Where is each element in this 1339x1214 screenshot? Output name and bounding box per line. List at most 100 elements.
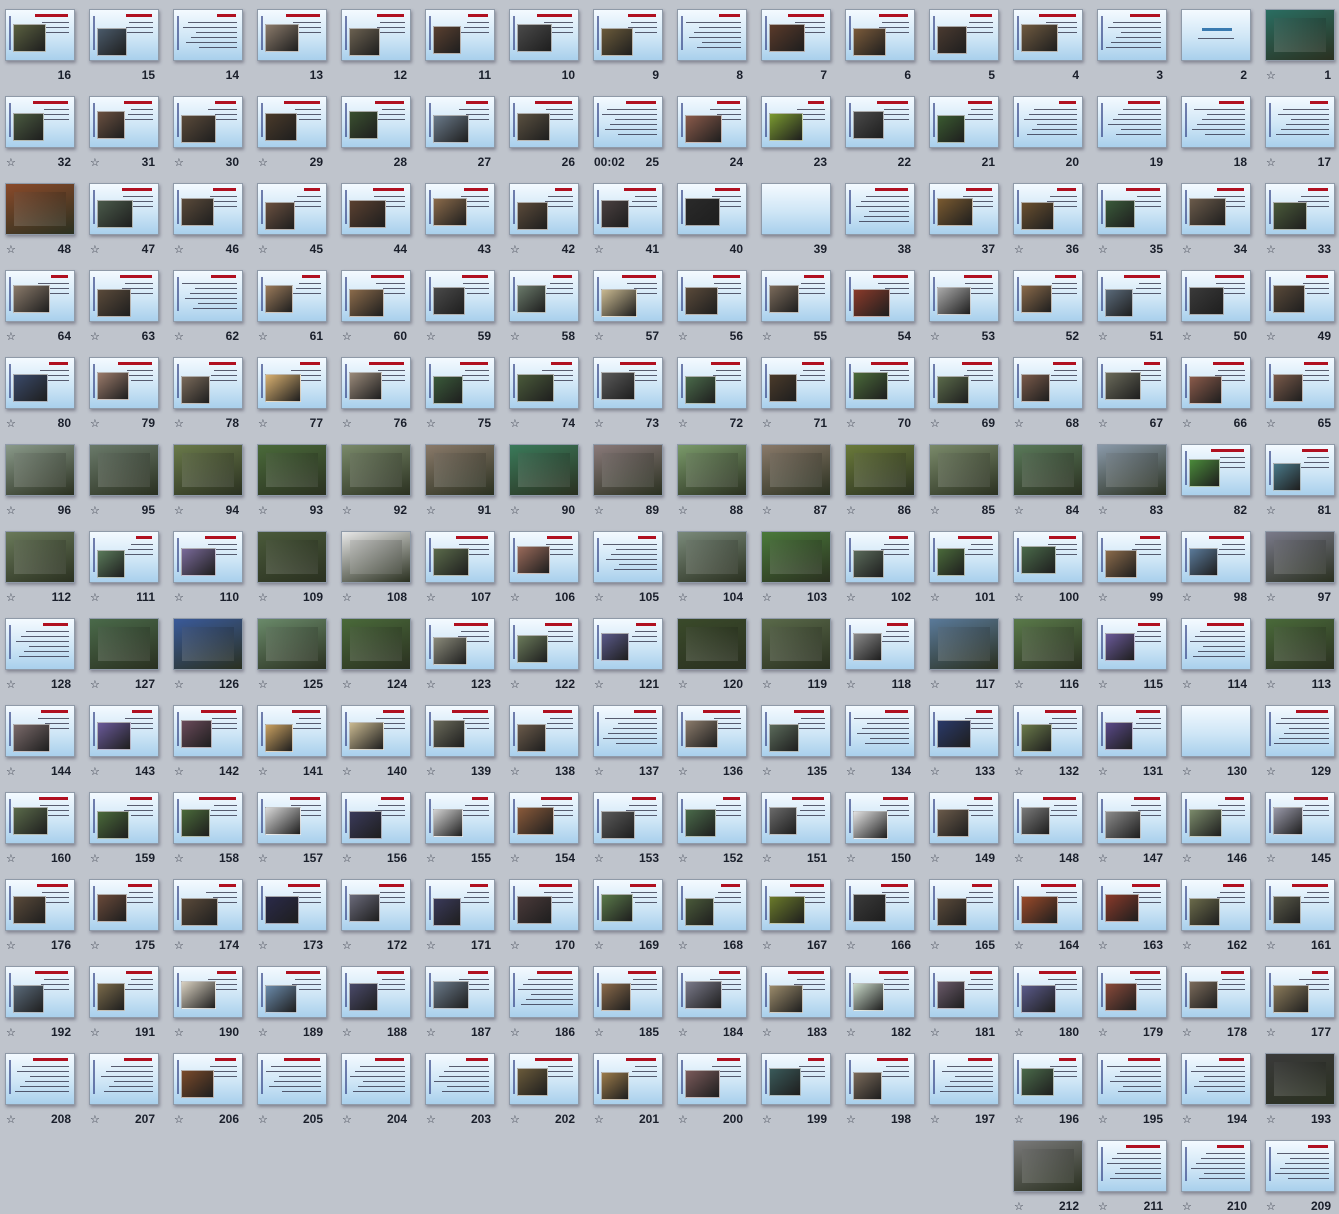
slide-thumbnail[interactable]: [1181, 1053, 1251, 1105]
transition-star-icon[interactable]: ☆: [846, 765, 856, 779]
slide-thumbnail[interactable]: [1013, 705, 1083, 757]
transition-star-icon[interactable]: ☆: [342, 417, 352, 431]
slide-thumbnail[interactable]: [5, 444, 75, 496]
slide-thumbnail[interactable]: [593, 531, 663, 583]
transition-star-icon[interactable]: ☆: [1014, 504, 1024, 518]
slide-thumbnail[interactable]: [1013, 879, 1083, 931]
transition-star-icon[interactable]: ☆: [258, 330, 268, 344]
transition-star-icon[interactable]: ☆: [426, 504, 436, 518]
slide-thumbnail[interactable]: [1265, 357, 1335, 409]
transition-star-icon[interactable]: ☆: [174, 417, 184, 431]
slide-thumbnail[interactable]: [677, 966, 747, 1018]
transition-star-icon[interactable]: ☆: [1182, 1026, 1192, 1040]
transition-star-icon[interactable]: ☆: [258, 939, 268, 953]
slide-thumbnail[interactable]: [173, 879, 243, 931]
transition-star-icon[interactable]: ☆: [678, 1113, 688, 1127]
slide-thumbnail[interactable]: [5, 96, 75, 148]
slide-thumbnail[interactable]: [845, 357, 915, 409]
slide-thumbnail[interactable]: [173, 357, 243, 409]
slide-thumbnail[interactable]: [593, 879, 663, 931]
transition-star-icon[interactable]: ☆: [678, 417, 688, 431]
slide-thumbnail[interactable]: [1097, 9, 1167, 61]
slide-thumbnail[interactable]: [341, 531, 411, 583]
transition-star-icon[interactable]: ☆: [1266, 1026, 1276, 1040]
slide-thumbnail[interactable]: [89, 9, 159, 61]
transition-star-icon[interactable]: ☆: [174, 243, 184, 257]
slide-thumbnail[interactable]: [89, 879, 159, 931]
slide-thumbnail[interactable]: [1181, 270, 1251, 322]
transition-star-icon[interactable]: ☆: [510, 939, 520, 953]
transition-star-icon[interactable]: ☆: [930, 1026, 940, 1040]
slide-thumbnail[interactable]: [89, 183, 159, 235]
transition-star-icon[interactable]: ☆: [510, 852, 520, 866]
transition-star-icon[interactable]: ☆: [6, 1026, 16, 1040]
transition-star-icon[interactable]: ☆: [762, 1113, 772, 1127]
slide-thumbnail[interactable]: [761, 966, 831, 1018]
slide-thumbnail[interactable]: [173, 792, 243, 844]
transition-star-icon[interactable]: ☆: [426, 591, 436, 605]
transition-star-icon[interactable]: ☆: [174, 939, 184, 953]
transition-star-icon[interactable]: ☆: [1098, 591, 1108, 605]
slide-thumbnail[interactable]: [761, 9, 831, 61]
transition-star-icon[interactable]: ☆: [426, 765, 436, 779]
transition-star-icon[interactable]: ☆: [426, 852, 436, 866]
slide-thumbnail[interactable]: [341, 879, 411, 931]
transition-star-icon[interactable]: ☆: [1182, 852, 1192, 866]
slide-thumbnail[interactable]: [89, 531, 159, 583]
transition-star-icon[interactable]: ☆: [930, 504, 940, 518]
slide-thumbnail[interactable]: [761, 705, 831, 757]
slide-thumbnail[interactable]: [1181, 183, 1251, 235]
transition-star-icon[interactable]: ☆: [90, 765, 100, 779]
transition-star-icon[interactable]: ☆: [258, 417, 268, 431]
slide-thumbnail[interactable]: [929, 792, 999, 844]
transition-star-icon[interactable]: ☆: [846, 678, 856, 692]
slide-thumbnail[interactable]: [929, 357, 999, 409]
slide-thumbnail[interactable]: [1265, 705, 1335, 757]
slide-thumbnail[interactable]: [1097, 357, 1167, 409]
transition-star-icon[interactable]: ☆: [342, 1026, 352, 1040]
slide-thumbnail[interactable]: [341, 1053, 411, 1105]
slide-thumbnail[interactable]: [89, 1053, 159, 1105]
slide-thumbnail[interactable]: [1013, 9, 1083, 61]
transition-star-icon[interactable]: ☆: [930, 939, 940, 953]
transition-star-icon[interactable]: ☆: [1014, 765, 1024, 779]
slide-thumbnail[interactable]: [5, 1053, 75, 1105]
slide-thumbnail[interactable]: [1013, 531, 1083, 583]
slide-thumbnail[interactable]: [845, 270, 915, 322]
slide-thumbnail[interactable]: [257, 1053, 327, 1105]
slide-thumbnail[interactable]: [257, 357, 327, 409]
slide-thumbnail[interactable]: [761, 792, 831, 844]
slide-thumbnail[interactable]: [845, 879, 915, 931]
transition-star-icon[interactable]: ☆: [1182, 591, 1192, 605]
slide-thumbnail[interactable]: [341, 357, 411, 409]
transition-star-icon[interactable]: ☆: [6, 852, 16, 866]
slide-thumbnail[interactable]: [593, 270, 663, 322]
slide-thumbnail[interactable]: [593, 1053, 663, 1105]
slide-thumbnail[interactable]: [845, 9, 915, 61]
slide-thumbnail[interactable]: [929, 966, 999, 1018]
slide-thumbnail[interactable]: [257, 531, 327, 583]
slide-thumbnail[interactable]: [425, 270, 495, 322]
slide-thumbnail[interactable]: [341, 183, 411, 235]
transition-star-icon[interactable]: ☆: [6, 765, 16, 779]
transition-star-icon[interactable]: ☆: [846, 852, 856, 866]
transition-star-icon[interactable]: ☆: [846, 504, 856, 518]
transition-star-icon[interactable]: ☆: [174, 1026, 184, 1040]
slide-thumbnail[interactable]: [341, 792, 411, 844]
slide-thumbnail[interactable]: [425, 966, 495, 1018]
slide-thumbnail[interactable]: [1013, 270, 1083, 322]
slide-thumbnail[interactable]: [425, 792, 495, 844]
slide-thumbnail[interactable]: [425, 531, 495, 583]
transition-star-icon[interactable]: ☆: [1014, 678, 1024, 692]
transition-star-icon[interactable]: ☆: [762, 1026, 772, 1040]
transition-star-icon[interactable]: ☆: [1098, 1026, 1108, 1040]
slide-thumbnail[interactable]: [425, 879, 495, 931]
slide-thumbnail[interactable]: [1013, 1053, 1083, 1105]
transition-star-icon[interactable]: ☆: [258, 765, 268, 779]
transition-star-icon[interactable]: ☆: [342, 1113, 352, 1127]
transition-star-icon[interactable]: ☆: [1266, 156, 1276, 170]
transition-star-icon[interactable]: ☆: [90, 504, 100, 518]
slide-thumbnail[interactable]: [677, 9, 747, 61]
slide-thumbnail[interactable]: [509, 96, 579, 148]
slide-thumbnail[interactable]: [1265, 444, 1335, 496]
